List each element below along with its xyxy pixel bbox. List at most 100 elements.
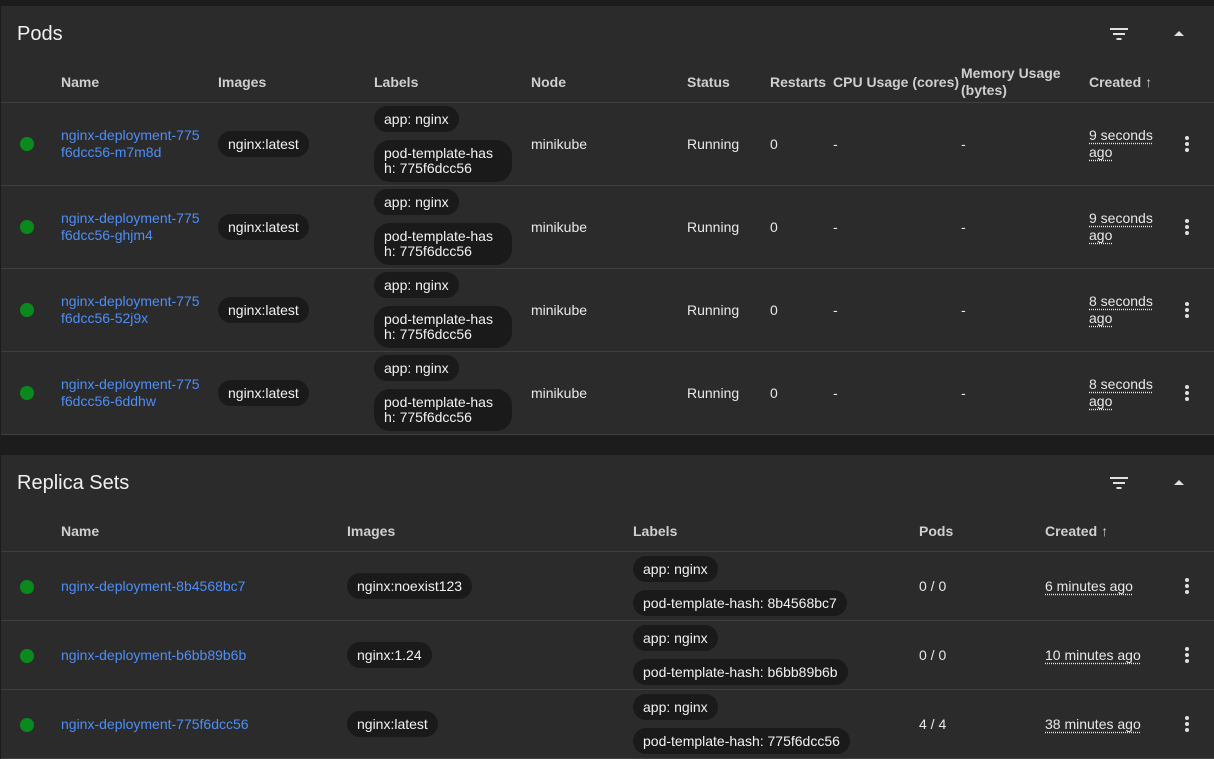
column-header-memory[interactable]: Memory Usage (bytes) bbox=[961, 65, 1071, 99]
label-chip: pod-template-hash: 775f6dcc56 bbox=[374, 306, 512, 348]
kebab-dot bbox=[1185, 142, 1189, 146]
column-header-labels[interactable]: Labels bbox=[633, 523, 677, 540]
replica-sets-collapse-button[interactable] bbox=[1167, 471, 1191, 495]
pods-collapse-button[interactable] bbox=[1167, 22, 1191, 46]
created-cell: 6 minutes ago bbox=[1045, 578, 1133, 594]
restarts-cell: 0 bbox=[770, 219, 778, 235]
kebab-dot bbox=[1185, 391, 1189, 395]
more-vert-icon[interactable] bbox=[1177, 298, 1197, 322]
pods-count-cell: 0 / 0 bbox=[919, 647, 947, 663]
status-dot-icon bbox=[20, 137, 34, 151]
column-header-created[interactable]: Created ↑ bbox=[1045, 523, 1108, 540]
status-cell: Running bbox=[687, 219, 740, 235]
label-chip: app: nginx bbox=[374, 189, 459, 215]
more-vert-icon[interactable] bbox=[1177, 574, 1197, 598]
replica-set-name-link[interactable]: nginx-deployment-b6bb89b6b bbox=[61, 647, 246, 664]
label-chip: app: nginx bbox=[374, 272, 459, 298]
label-chip: pod-template-hash: 775f6dcc56 bbox=[374, 389, 512, 431]
column-header-name[interactable]: Name bbox=[61, 523, 99, 540]
kebab-dot bbox=[1185, 716, 1189, 720]
cpu-cell: - bbox=[833, 302, 838, 318]
table-row: nginx-deployment-775f6dcc56-ghjm4 nginx:l… bbox=[1, 186, 1214, 269]
kebab-dot bbox=[1185, 148, 1189, 152]
column-header-created[interactable]: Created ↑ bbox=[1089, 74, 1152, 91]
kebab-dot bbox=[1185, 590, 1189, 594]
kebab-dot bbox=[1185, 722, 1189, 726]
label-chip: app: nginx bbox=[633, 694, 718, 720]
chevron-up-icon bbox=[1174, 31, 1184, 36]
column-header-name[interactable]: Name bbox=[61, 74, 99, 91]
memory-cell: - bbox=[961, 302, 966, 318]
cpu-cell: - bbox=[833, 136, 838, 152]
column-header-status[interactable]: Status bbox=[687, 74, 730, 91]
label-chip: pod-template-hash: 775f6dcc56 bbox=[633, 728, 850, 754]
table-row: nginx-deployment-775f6dcc56 nginx:latest a… bbox=[1, 690, 1214, 759]
node-cell: minikube bbox=[531, 302, 588, 318]
pod-name-link[interactable]: nginx-deployment-775f6dcc56-6ddhw bbox=[61, 376, 201, 410]
kebab-dot bbox=[1185, 728, 1189, 732]
label-chip: app: nginx bbox=[374, 355, 459, 381]
status-dot-icon bbox=[20, 580, 34, 594]
pod-name-link[interactable]: nginx-deployment-775f6dcc56-52j9x bbox=[61, 293, 201, 327]
restarts-cell: 0 bbox=[770, 302, 778, 318]
kebab-dot bbox=[1185, 578, 1189, 582]
kebab-dot bbox=[1185, 219, 1189, 223]
kebab-dot bbox=[1185, 584, 1189, 588]
replica-set-name-link[interactable]: nginx-deployment-8b4568bc7 bbox=[61, 578, 245, 595]
status-cell: Running bbox=[687, 385, 740, 401]
created-cell: 9 seconds ago bbox=[1089, 127, 1153, 160]
column-header-labels[interactable]: Labels bbox=[374, 74, 418, 91]
label-chip: pod-template-hash: 8b4568bc7 bbox=[633, 590, 847, 616]
column-header-images[interactable]: Images bbox=[347, 523, 395, 540]
more-vert-icon[interactable] bbox=[1177, 643, 1197, 667]
column-header-restarts[interactable]: Restarts bbox=[770, 74, 826, 91]
status-dot-icon bbox=[20, 303, 34, 317]
image-chip: nginx:latest bbox=[218, 131, 309, 157]
pods-header: Pods bbox=[1, 6, 1214, 62]
image-chip: nginx:1.24 bbox=[347, 642, 432, 668]
column-header-node[interactable]: Node bbox=[531, 74, 566, 91]
memory-cell: - bbox=[961, 385, 966, 401]
column-header-created-label: Created bbox=[1045, 523, 1098, 539]
node-cell: minikube bbox=[531, 219, 588, 235]
cpu-cell: - bbox=[833, 385, 838, 401]
more-vert-icon[interactable] bbox=[1177, 215, 1197, 239]
label-chip: pod-template-hash: 775f6dcc56 bbox=[374, 223, 512, 265]
column-header-images[interactable]: Images bbox=[218, 74, 266, 91]
column-header-cpu[interactable]: CPU Usage (cores) bbox=[833, 74, 959, 91]
kebab-dot bbox=[1185, 136, 1189, 140]
node-cell: minikube bbox=[531, 136, 588, 152]
sort-arrow-up-icon: ↑ bbox=[1145, 74, 1153, 90]
table-row: nginx-deployment-8b4568bc7 nginx:noexist1… bbox=[1, 552, 1214, 621]
image-chip: nginx:latest bbox=[218, 380, 309, 406]
created-cell: 9 seconds ago bbox=[1089, 210, 1153, 243]
more-vert-icon[interactable] bbox=[1177, 712, 1197, 736]
image-chip: nginx:latest bbox=[347, 711, 438, 737]
status-cell: Running bbox=[687, 136, 740, 152]
pods-title: Pods bbox=[17, 23, 63, 45]
pod-name-link[interactable]: nginx-deployment-775f6dcc56-m7m8d bbox=[61, 127, 201, 161]
label-chip: app: nginx bbox=[374, 106, 459, 132]
more-vert-icon[interactable] bbox=[1177, 381, 1197, 405]
image-chip: nginx:noexist123 bbox=[347, 573, 473, 599]
pods-filter-button[interactable] bbox=[1107, 22, 1131, 46]
kebab-dot bbox=[1185, 231, 1189, 235]
replica-sets-filter-button[interactable] bbox=[1107, 471, 1131, 495]
kebab-dot bbox=[1185, 647, 1189, 651]
sort-arrow-up-icon: ↑ bbox=[1101, 523, 1109, 539]
column-header-pods[interactable]: Pods bbox=[919, 523, 953, 540]
pods-count-cell: 0 / 0 bbox=[919, 578, 947, 594]
replica-set-name-link[interactable]: nginx-deployment-775f6dcc56 bbox=[61, 716, 249, 733]
pods-card: Pods Name Images Labels Node Status Rest… bbox=[1, 6, 1214, 435]
kebab-dot bbox=[1185, 225, 1189, 229]
pods-count-cell: 4 / 4 bbox=[919, 716, 947, 732]
pod-name-link[interactable]: nginx-deployment-775f6dcc56-ghjm4 bbox=[61, 210, 201, 244]
created-cell: 8 seconds ago bbox=[1089, 376, 1153, 409]
status-dot-icon bbox=[20, 386, 34, 400]
more-vert-icon[interactable] bbox=[1177, 132, 1197, 156]
table-row: nginx-deployment-b6bb89b6b nginx:1.24 app:… bbox=[1, 621, 1214, 690]
chevron-up-icon bbox=[1174, 480, 1184, 485]
replica-sets-title: Replica Sets bbox=[17, 472, 130, 494]
table-row: nginx-deployment-775f6dcc56-m7m8d nginx:l… bbox=[1, 103, 1214, 186]
label-chip: pod-template-hash: 775f6dcc56 bbox=[374, 140, 512, 182]
